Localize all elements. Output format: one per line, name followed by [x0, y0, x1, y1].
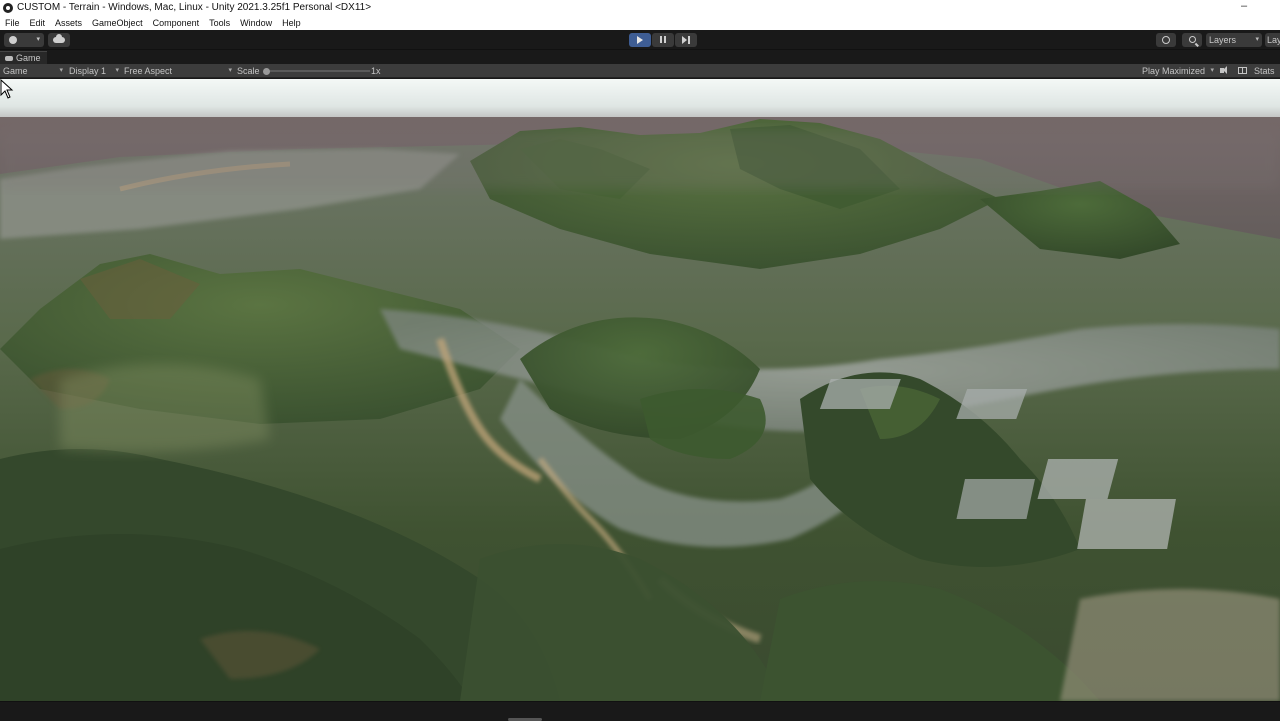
- window-title: CUSTOM - Terrain - Windows, Mac, Linux -…: [17, 2, 372, 13]
- menu-tools[interactable]: Tools: [204, 16, 235, 30]
- menu-window[interactable]: Window: [235, 16, 277, 30]
- chevron-down-icon: ▾: [1255, 36, 1259, 43]
- scale-value: 1x: [371, 66, 381, 76]
- play-button[interactable]: [629, 33, 651, 47]
- aspect-dropdown[interactable]: Free Aspect ▾: [124, 64, 232, 78]
- aspect-label: Free Aspect: [124, 66, 173, 76]
- tab-bar: Game: [0, 51, 1280, 64]
- gamepad-icon: [5, 56, 13, 62]
- gizmos-icon: [1238, 67, 1247, 74]
- mouse-cursor-icon: [0, 79, 14, 99]
- menu-file[interactable]: File: [0, 16, 25, 30]
- account-button[interactable]: ▾: [4, 33, 44, 47]
- account-icon: [9, 36, 17, 44]
- tab-game-label: Game: [16, 53, 41, 63]
- pause-button[interactable]: [652, 33, 674, 47]
- scale-slider-track: [266, 70, 370, 72]
- cloud-icon: [53, 34, 65, 43]
- gizmos-toggle[interactable]: [1237, 64, 1249, 78]
- game-viewport[interactable]: [0, 79, 1280, 701]
- menu-component[interactable]: Component: [148, 16, 205, 30]
- chevron-down-icon: ▾: [1210, 67, 1214, 74]
- menu-help[interactable]: Help: [277, 16, 306, 30]
- layout-dropdown[interactable]: Lay: [1265, 33, 1280, 47]
- cloud-button[interactable]: [48, 33, 70, 47]
- step-icon: [682, 36, 690, 44]
- menu-bar: File Edit Assets GameObject Component To…: [0, 16, 1280, 30]
- display-dropdown[interactable]: Display 1 ▾: [69, 64, 119, 78]
- chevron-down-icon: ▾: [59, 67, 63, 74]
- terrain-render: [0, 79, 1280, 701]
- undo-history-button[interactable]: [1156, 33, 1176, 47]
- history-icon: [1162, 36, 1170, 44]
- mute-audio-toggle[interactable]: [1219, 64, 1231, 78]
- scale-slider-handle[interactable]: [263, 68, 270, 75]
- layers-label: Layers: [1209, 35, 1237, 45]
- step-button[interactable]: [675, 33, 697, 47]
- play-icon: [637, 36, 643, 44]
- minimize-button[interactable]: –: [1236, 0, 1252, 16]
- menu-gameobject[interactable]: GameObject: [87, 16, 148, 30]
- unity-icon: [3, 3, 13, 13]
- speaker-icon: [1220, 66, 1227, 74]
- chevron-down-icon: ▾: [115, 67, 119, 74]
- scale-slider[interactable]: [263, 64, 373, 78]
- game-view-toolbar: Game ▾ Display 1 ▾ Free Aspect ▾ Scale 1…: [0, 64, 1280, 78]
- game-mode-label: Game: [3, 66, 28, 76]
- chevron-down-icon: ▾: [36, 36, 40, 43]
- main-toolbar: ▾ Layers ▾ Lay: [0, 30, 1280, 50]
- window-titlebar: CUSTOM - Terrain - Windows, Mac, Linux -…: [0, 0, 1280, 16]
- layers-dropdown[interactable]: Layers ▾: [1206, 33, 1262, 47]
- status-bar: [0, 701, 1280, 721]
- tab-game[interactable]: Game: [0, 51, 47, 64]
- display-label: Display 1: [69, 66, 107, 76]
- chevron-down-icon: ▾: [228, 67, 232, 74]
- search-icon: [1188, 36, 1196, 43]
- scale-label: Scale: [237, 66, 260, 76]
- menu-edit[interactable]: Edit: [25, 16, 51, 30]
- stats-toggle[interactable]: Stats: [1254, 64, 1275, 78]
- pause-icon: [660, 36, 666, 43]
- menu-assets[interactable]: Assets: [50, 16, 87, 30]
- search-button[interactable]: [1182, 33, 1202, 47]
- layout-label: Lay: [1267, 35, 1280, 45]
- play-maximized-label: Play Maximized: [1142, 66, 1206, 76]
- game-mode-dropdown[interactable]: Game ▾: [3, 64, 63, 78]
- play-maximized-dropdown[interactable]: Play Maximized ▾: [1142, 64, 1214, 78]
